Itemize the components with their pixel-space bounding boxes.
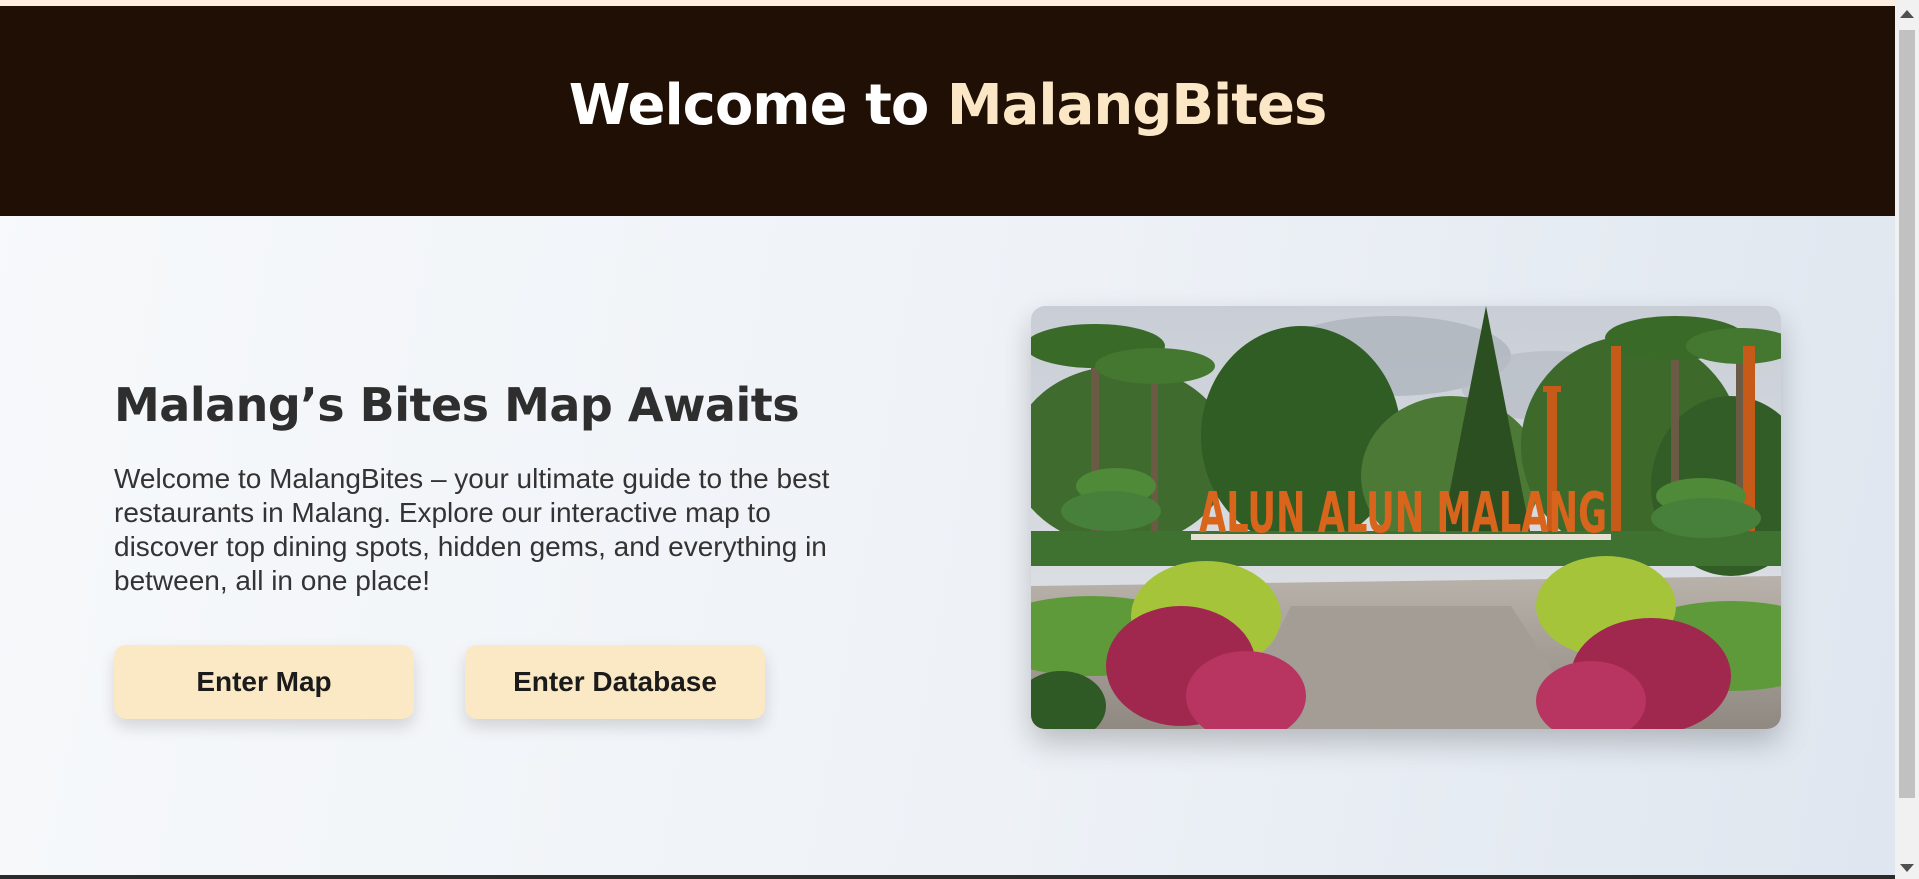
hero-heading: Malang’s Bites Map Awaits xyxy=(114,378,800,432)
site-header: Welcome to MalangBites xyxy=(0,6,1895,216)
scroll-up-arrow-icon[interactable] xyxy=(1900,10,1914,18)
scrollbar-thumb[interactable] xyxy=(1899,30,1915,798)
brand-name: MalangBites xyxy=(946,72,1327,138)
enter-database-button[interactable]: Enter Database xyxy=(465,645,765,719)
page-title: Welcome to MalangBites xyxy=(568,72,1328,138)
footer-strip xyxy=(0,875,1895,879)
vertical-scrollbar[interactable] xyxy=(1895,0,1919,879)
enter-map-button[interactable]: Enter Map xyxy=(114,645,414,719)
sign-text: ALUN ALUN MALANG xyxy=(1199,481,1607,546)
scroll-down-arrow-icon[interactable] xyxy=(1900,864,1914,872)
alun-alun-malang-photo: ALUN ALUN MALANG xyxy=(1031,306,1781,729)
title-prefix: Welcome to xyxy=(568,72,947,138)
page: Welcome to MalangBites Malang’s Bites Ma… xyxy=(0,6,1895,879)
park-illustration: ALUN ALUN MALANG xyxy=(1031,306,1781,729)
hero-description: Welcome to MalangBites – your ultimate g… xyxy=(114,463,830,596)
hero-section: Malang’s Bites Map Awaits Welcome to Mal… xyxy=(114,378,874,598)
